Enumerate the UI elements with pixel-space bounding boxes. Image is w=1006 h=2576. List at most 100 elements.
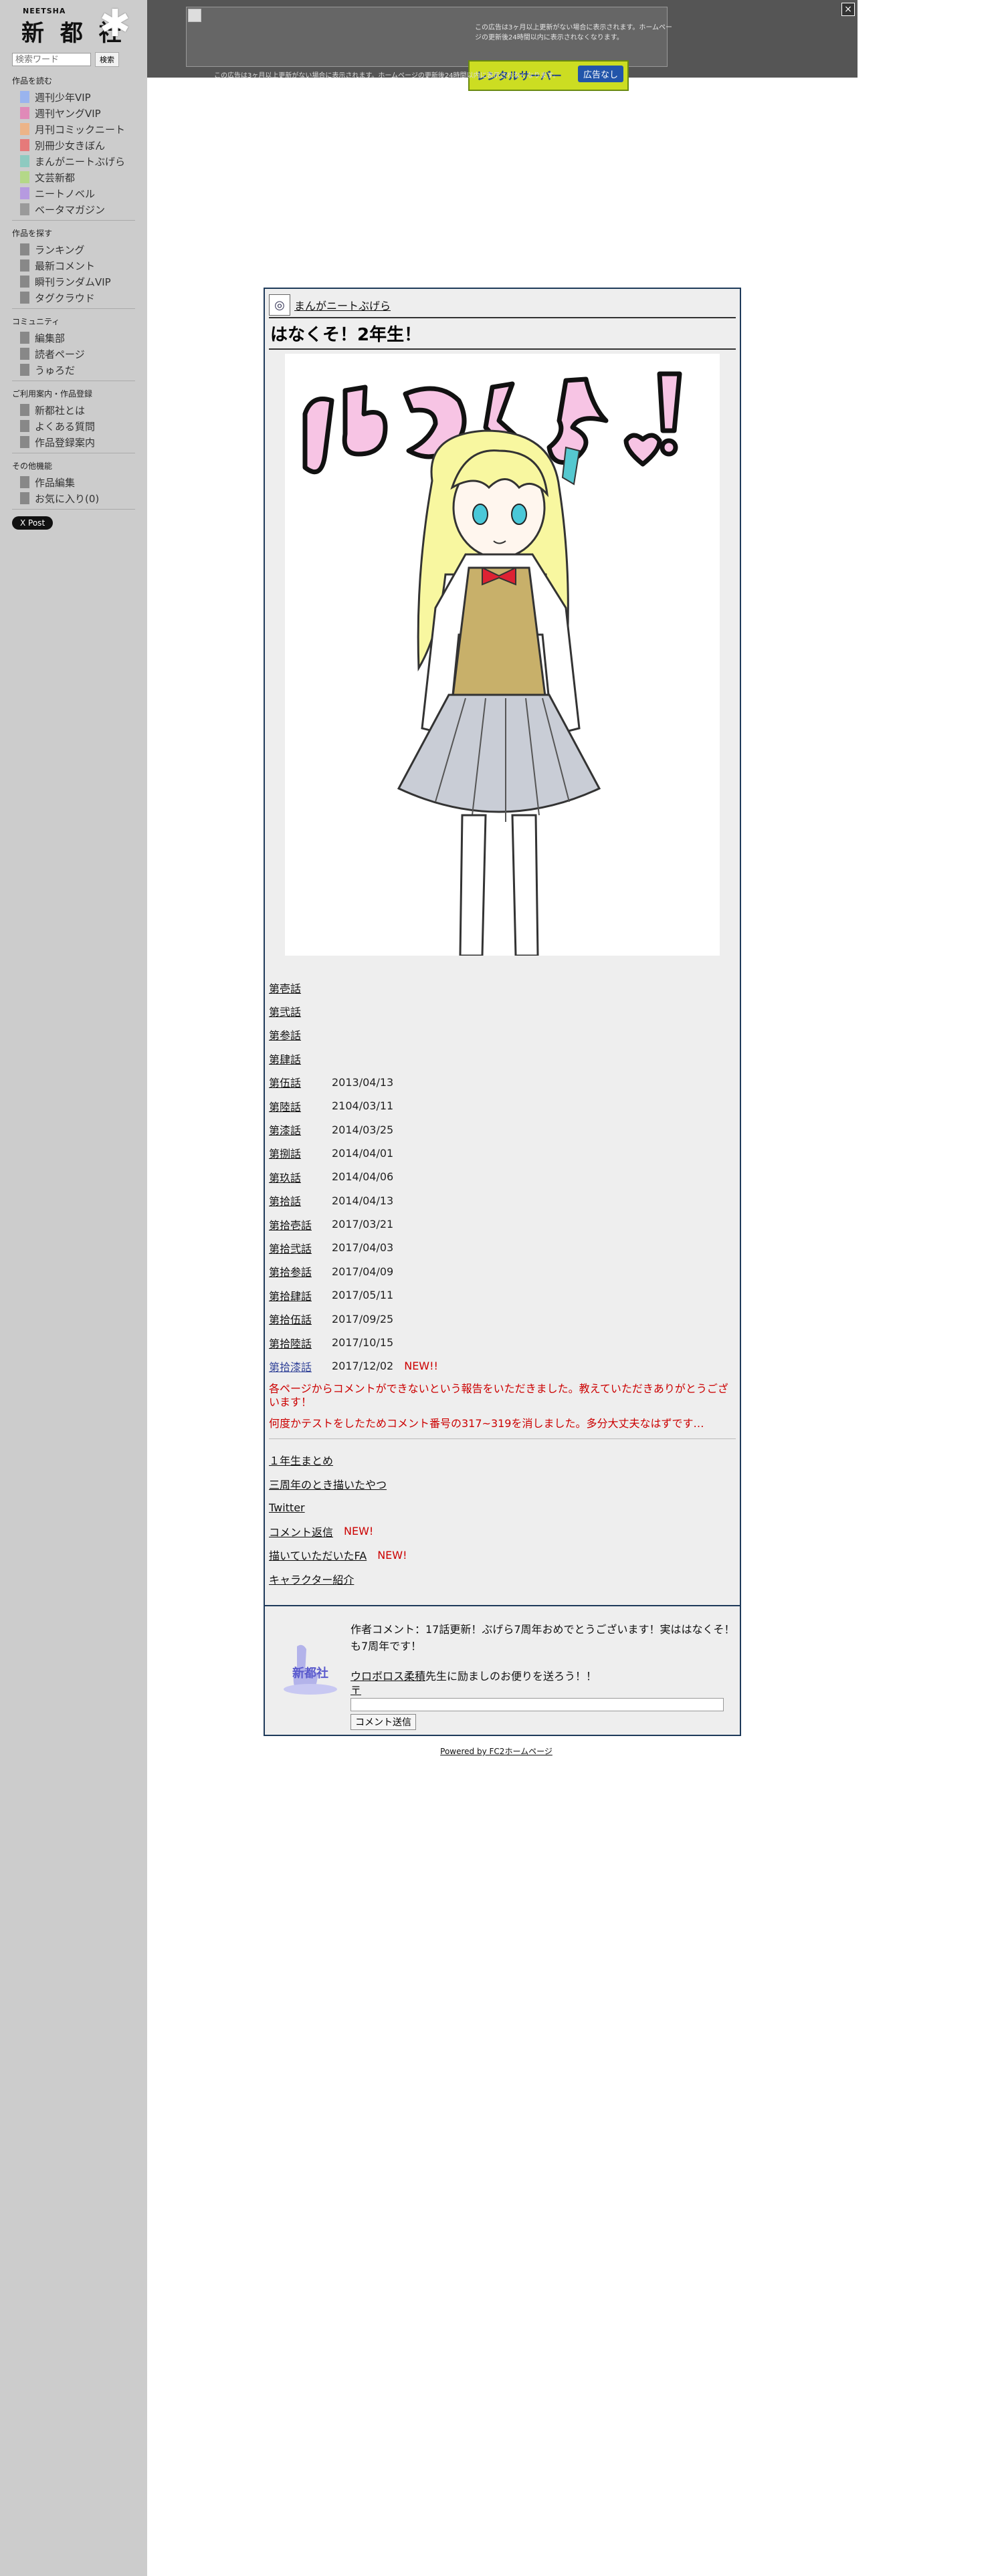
episode-link[interactable]: 第弐話 <box>269 1003 332 1019</box>
category-color-icon <box>20 187 29 199</box>
episode-row: 第拾壱話 2017/03/21 <box>269 1212 736 1236</box>
footer: Powered by FC2ホームページ <box>0 1745 1006 1757</box>
comment-submit-button[interactable]: コメント送信 <box>350 1714 416 1730</box>
episode-link[interactable]: 第拾話 <box>269 1192 332 1208</box>
extra-link[interactable]: キャラクター紹介 <box>269 1571 354 1587</box>
cover-art-svg <box>302 371 682 957</box>
divider <box>269 1438 736 1439</box>
episode-row: 第捌話 2014/04/01 <box>269 1142 736 1165</box>
episode-row: 第玖話 2014/04/06 <box>269 1165 736 1188</box>
episode-link[interactable]: 第拾伍話 <box>269 1311 332 1327</box>
sidebar-item-label: 読者ページ <box>35 348 85 360</box>
extra-link[interactable]: コメント返信 <box>269 1523 333 1539</box>
episode-link[interactable]: 第拾弐話 <box>269 1240 332 1256</box>
sidebar-item[interactable]: 最新コメント <box>12 257 135 274</box>
sidebar-item[interactable]: 作品編集 <box>12 474 135 490</box>
sidebar: NEETSHA 新 都 社 ✱ 検索 作品を読む週刊少年VIP 週刊ヤングVIP 月… <box>0 0 147 2576</box>
episode-link[interactable]: 第拾陸話 <box>269 1335 332 1351</box>
comment-content: 作者コメント：17話更新！ぶげら7周年おめでとうございます！実ははなくそ！も7周… <box>350 1621 736 1730</box>
episode-link[interactable]: 第拾漆話 <box>269 1358 332 1374</box>
sidebar-item-label: 作品登録案内 <box>35 436 96 449</box>
episode-row: 第拾話 2014/04/13 <box>269 1189 736 1212</box>
site-logo[interactable]: NEETSHA 新 都 社 ✱ <box>12 3 135 47</box>
close-icon[interactable]: × <box>841 3 855 16</box>
episode-link[interactable]: 第壱話 <box>269 980 332 996</box>
extra-link[interactable]: 三周年のとき描いたやつ <box>269 1476 387 1492</box>
episode-date: 2017/04/09 <box>332 1265 394 1278</box>
search-input[interactable] <box>12 53 91 66</box>
sidebar-item[interactable]: よくある質問 <box>12 418 135 434</box>
sidebar-item-label: ランキング <box>35 243 85 256</box>
sidebar-item[interactable]: ランキング <box>12 241 135 257</box>
episode-date: 2014/04/06 <box>332 1170 394 1184</box>
episode-link[interactable]: 第拾参話 <box>269 1263 332 1279</box>
category-color-icon <box>20 492 29 504</box>
episode-link[interactable]: 第伍話 <box>269 1074 332 1090</box>
new-badge: NEW! <box>377 1548 407 1562</box>
episode-date: 2017/03/21 <box>332 1218 394 1231</box>
episode-link[interactable]: 第参話 <box>269 1027 332 1043</box>
sidebar-item[interactable]: 編集部 <box>12 330 135 346</box>
episode-link[interactable]: 第玖話 <box>269 1169 332 1185</box>
sidebar-item[interactable]: ベータマガジン <box>12 201 135 217</box>
nav-divider <box>12 509 135 510</box>
episode-date: 2104/03/11 <box>332 1099 394 1113</box>
nav-section-title: ご利用案内・作品登録 <box>12 389 93 399</box>
extra-link[interactable]: １年生まとめ <box>269 1452 333 1468</box>
category-color-icon <box>20 243 29 255</box>
sidebar-item[interactable]: うゅろだ <box>12 362 135 378</box>
sidebar-item[interactable]: 瞬刊ランダムVIP <box>12 274 135 290</box>
category-color-icon <box>20 259 29 272</box>
sidebar-item[interactable]: 週刊ヤングVIP <box>12 105 135 121</box>
sidebar-item[interactable]: 週刊少年VIP <box>12 89 135 105</box>
sidebar-item-label: 新都社とは <box>35 404 86 417</box>
episode-row: 第壱話 <box>269 976 736 999</box>
x-post-button[interactable]: X Post <box>12 516 54 530</box>
episode-link[interactable]: 第捌話 <box>269 1145 332 1161</box>
sidebar-item-label: 週刊ヤングVIP <box>35 107 101 120</box>
author-comment: 作者コメント：17話更新！ぶげら7周年おめでとうございます！実ははなくそ！も7周… <box>350 1623 735 1652</box>
notice-text: 各ページからコメントができないという報告をいただきました。教えていただきありがと… <box>269 1382 728 1408</box>
sidebar-item[interactable]: 月刊コミックニート <box>12 121 135 137</box>
episode-link[interactable]: 第拾壱話 <box>269 1216 332 1232</box>
category-link[interactable]: まんがニートぶげら <box>294 297 391 313</box>
sidebar-item[interactable]: 文芸新都 <box>12 169 135 185</box>
episode-row: 第肆話 <box>269 1047 736 1070</box>
sidebar-item[interactable]: タグクラウド <box>12 290 135 306</box>
ad-footnote: この広告は3ヶ月以上更新がない場合に表示されます。ホームページの更新後24時間以… <box>214 72 560 80</box>
author-link[interactable]: ウロボロス柔積 <box>350 1670 425 1683</box>
work-title: はなくそ！2年生！ <box>269 318 736 350</box>
search-form: 検索 <box>12 52 135 67</box>
episode-link[interactable]: 第拾肆話 <box>269 1287 332 1303</box>
category-color-icon <box>20 91 29 103</box>
sidebar-item[interactable]: お気に入り(0) <box>12 490 135 506</box>
sidebar-item[interactable]: 作品登録案内 <box>12 434 135 450</box>
extra-link[interactable]: 描いていただいたFA <box>269 1547 367 1563</box>
sidebar-item[interactable]: 別冊少女きぼん <box>12 137 135 153</box>
encourage-line: ウロボロス柔積先生に励ましのお便りを送ろう！！ <box>350 1668 736 1685</box>
episode-date: 2017/09/25 <box>332 1312 394 1325</box>
sidebar-item[interactable]: 読者ページ <box>12 346 135 362</box>
episode-link[interactable]: 第陸話 <box>269 1098 332 1114</box>
sidebar-item[interactable]: ニートノベル <box>12 185 135 201</box>
category-color-icon <box>20 276 29 288</box>
extra-link-row: 描いていただいたFA NEW! <box>269 1543 736 1568</box>
extra-link[interactable]: Twitter <box>269 1501 305 1514</box>
encourage-text: 先生に励ましのお便りを送ろう！！ <box>425 1670 597 1683</box>
episode-row: 第参話 <box>269 1023 736 1047</box>
episode-row: 第拾参話 2017/04/09 <box>269 1260 736 1283</box>
powered-by-link[interactable]: Powered by FC2ホームページ <box>440 1747 552 1756</box>
search-button[interactable]: 検索 <box>95 52 119 67</box>
episode-link[interactable]: 第肆話 <box>269 1051 332 1067</box>
magazine-icon: ◎ <box>269 294 290 316</box>
extra-link-row: １年生まとめ <box>269 1448 736 1473</box>
hair-ribbon <box>561 446 581 486</box>
episode-date: 2014/04/13 <box>332 1194 394 1207</box>
sidebar-item-label: 瞬刊ランダムVIP <box>35 276 111 288</box>
ad-free-button[interactable]: 広告なし <box>577 66 623 82</box>
sidebar-item[interactable]: まんがニートぶげら <box>12 153 135 169</box>
comment-input[interactable] <box>350 1698 724 1711</box>
sidebar-item-label: ベータマガジン <box>35 203 106 216</box>
episode-link[interactable]: 第漆話 <box>269 1121 332 1138</box>
sidebar-item[interactable]: 新都社とは <box>12 402 135 418</box>
